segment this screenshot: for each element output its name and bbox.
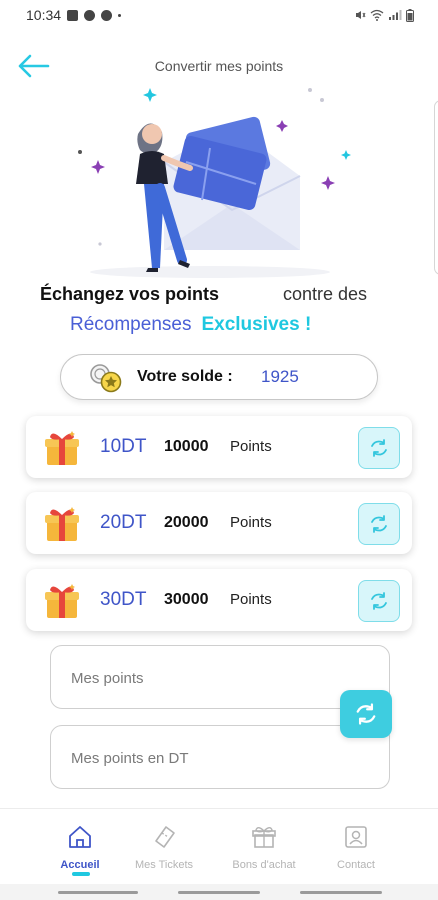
reward-card-10dt: 10DT 10000 Points [26,416,412,478]
page-title: Convertir mes points [154,58,284,74]
balance-label: Votre solde : [137,368,233,385]
reward-points: 10000 [164,438,209,455]
headline: Échangez vos points contre des Récompens… [0,282,438,342]
headline-against-text: contre des [283,284,368,304]
balance-value: 1925 [261,367,299,386]
convert-swap-button[interactable] [340,690,392,738]
gesture-pill-right [300,891,382,894]
gift-icon [45,584,79,618]
nav-label: Contact [337,859,375,871]
headline-exchange-text: Échangez vos points [40,284,220,304]
sync-icon [371,592,387,610]
reward-points-unit: Points [230,514,272,531]
mute-icon [356,11,366,19]
wifi-icon [370,9,384,21]
reward-points-unit: Points [230,438,272,455]
headline-line-1: Échangez vos points contre des [40,284,367,305]
status-right [354,8,414,22]
facebook-notification-icon-2 [101,9,113,21]
header: Convertir mes points [0,48,438,84]
battery-icon [406,8,414,22]
nav-label: Mes Tickets [134,859,194,871]
sync-icon [371,439,387,457]
gift-icon [45,507,79,541]
points-dt-field [50,725,390,789]
nav-item-contact[interactable]: Contact [306,815,406,881]
nav-item-bons-achat[interactable]: Bons d'achat [214,815,314,881]
reward-points: 20000 [164,514,209,531]
reward-amount: 30DT [100,589,147,610]
facebook-notification-icon [84,9,96,21]
points-field [50,645,390,709]
status-time: 10:34 [26,7,62,23]
nav-item-mes-tickets[interactable]: Mes Tickets [114,815,214,881]
reward-card-20dt: 20DT 20000 Points [26,492,412,554]
bottom-nav: Accueil Mes Tickets Bons d'achat Contact [0,808,438,884]
headline-line-2: Récompenses Exclusives ! [70,314,311,336]
edge-panel-handle[interactable] [434,100,438,275]
status-bar: 10:34 [0,0,438,30]
coins-icon [90,364,122,393]
points-dt-input[interactable] [71,746,361,770]
nav-label: Bons d'achat [232,859,296,871]
more-notifications-icon [118,13,122,17]
reward-points-unit: Points [230,591,272,608]
hero-illustration [60,84,360,280]
gesture-pill-left [58,891,138,894]
headline-rewards-text: Récompenses [70,314,192,335]
convert-20dt-button[interactable] [358,503,400,545]
home-icon [69,826,91,848]
balance-pill: Votre solde : 1925 [60,354,378,400]
contact-icon [345,826,367,848]
reward-points: 30000 [164,591,209,608]
woman-with-envelope-illustration [78,88,351,278]
signal-icon [389,10,402,20]
gesture-pill-center [178,891,260,894]
sync-icon [356,703,376,725]
active-tab-indicator [72,872,90,876]
gallery-notification-icon [67,9,79,21]
headline-exclusive-text: Exclusives ! [201,314,312,335]
system-gesture-bar [0,884,438,900]
reward-card-30dt: 30DT 30000 Points [26,569,412,631]
convert-10dt-button[interactable] [358,427,400,469]
ticket-icon [155,826,175,848]
points-input[interactable] [71,666,361,690]
status-left: 10:34 [26,7,122,23]
gift-icon [45,431,79,465]
sync-icon [371,515,387,533]
reward-amount: 10DT [100,436,147,457]
convert-30dt-button[interactable] [358,580,400,622]
gift-icon [252,827,276,848]
reward-amount: 20DT [100,512,147,533]
